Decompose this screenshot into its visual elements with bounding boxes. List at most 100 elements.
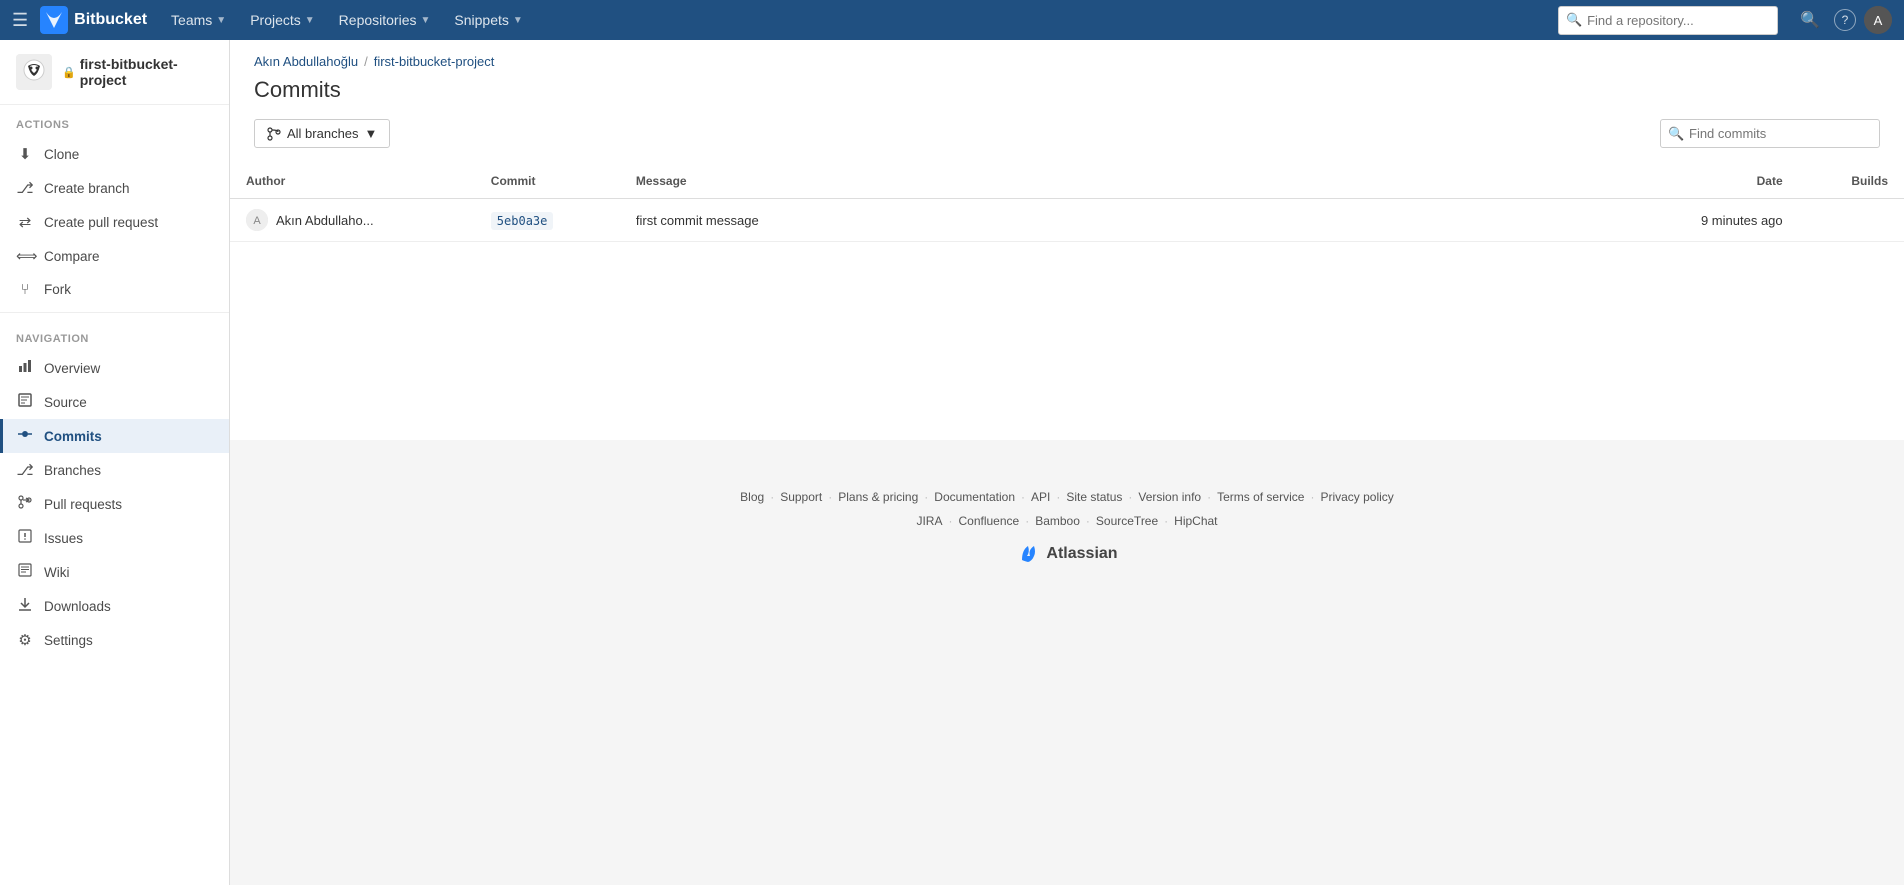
navigation-section-label: NAVIGATION — [0, 319, 229, 351]
nav-projects[interactable]: Projects ▼ — [240, 0, 324, 40]
footer-links: Blog · Support · Plans & pricing · Docum… — [250, 490, 1884, 504]
clone-icon: ⬇ — [16, 145, 34, 163]
commit-message-cell: first commit message — [620, 199, 1624, 242]
bitbucket-logo-icon — [40, 6, 68, 34]
sidebar-item-fork[interactable]: ⑂ Fork — [0, 273, 229, 306]
sidebar-item-wiki[interactable]: Wiki — [0, 555, 229, 589]
author-avatar: A — [246, 209, 268, 231]
lock-icon: 🔒 — [62, 66, 76, 79]
find-repository-input[interactable] — [1558, 6, 1778, 35]
table-header: Author Commit Message Date Builds — [230, 164, 1904, 199]
breadcrumb: Akın Abdullahoğlu / first-bitbucket-proj… — [230, 40, 1904, 73]
author-cell: A Akın Abdullaho... — [230, 199, 475, 242]
hamburger-menu[interactable]: ☰ — [12, 10, 28, 31]
footer-link-version[interactable]: Version info — [1138, 490, 1201, 504]
svg-text:A: A — [253, 215, 261, 227]
issues-icon — [16, 529, 34, 547]
commit-builds-cell — [1799, 199, 1904, 242]
sidebar-item-commits[interactable]: Commits — [0, 419, 229, 453]
commits-table-body: A Akın Abdullaho... 5eb0a3e first commit… — [230, 199, 1904, 242]
sidebar-item-branches[interactable]: ⎇ Branches — [0, 453, 229, 487]
sidebar-item-downloads[interactable]: Downloads — [0, 589, 229, 623]
sidebar-item-compare[interactable]: ⟺ Compare — [0, 239, 229, 273]
settings-icon: ⚙ — [16, 631, 34, 649]
compare-icon: ⟺ — [16, 247, 34, 265]
find-commits-wrap: 🔍 — [1660, 119, 1880, 148]
sidebar-divider — [0, 312, 229, 313]
footer-tool-jira[interactable]: JIRA — [916, 514, 942, 528]
overview-icon — [16, 359, 34, 377]
footer-link-plans[interactable]: Plans & pricing — [838, 490, 918, 504]
builds-header: Builds — [1799, 164, 1904, 199]
repo-name: 🔒 first-bitbucket-project — [62, 56, 213, 88]
sidebar-item-settings[interactable]: ⚙ Settings — [0, 623, 229, 657]
message-header: Message — [620, 164, 1624, 199]
chevron-down-icon: ▼ — [216, 15, 226, 26]
commit-header: Commit — [475, 164, 620, 199]
sidebar-item-pull-requests[interactable]: Pull requests — [0, 487, 229, 521]
find-commits-input[interactable] — [1660, 119, 1880, 148]
footer-link-docs[interactable]: Documentation — [934, 490, 1015, 504]
nav-teams[interactable]: Teams ▼ — [161, 0, 236, 40]
nav-snippets[interactable]: Snippets ▼ — [444, 0, 532, 40]
footer-link-api[interactable]: API — [1031, 490, 1050, 504]
breadcrumb-repo[interactable]: first-bitbucket-project — [374, 54, 495, 69]
footer: Blog · Support · Plans & pricing · Docum… — [230, 460, 1904, 596]
downloads-icon — [16, 597, 34, 615]
commit-hash-link[interactable]: 5eb0a3e — [491, 212, 554, 230]
footer-tool-bamboo[interactable]: Bamboo — [1035, 514, 1080, 528]
pull-requests-icon — [16, 495, 34, 513]
top-navigation: ☰ Bitbucket Teams ▼ Projects ▼ Repositor… — [0, 0, 1904, 40]
all-branches-button[interactable]: All branches ▼ — [254, 119, 390, 148]
footer-link-blog[interactable]: Blog — [740, 490, 764, 504]
atlassian-logo: Atlassian — [250, 542, 1884, 566]
wiki-icon — [16, 563, 34, 581]
chevron-down-icon: ▼ — [421, 15, 431, 26]
help-icon[interactable]: ? — [1834, 9, 1856, 31]
breadcrumb-author[interactable]: Akın Abdullahoğlu — [254, 54, 358, 69]
atlassian-icon — [1016, 542, 1040, 566]
footer-link-status[interactable]: Site status — [1066, 490, 1122, 504]
branches-icon: ⎇ — [16, 461, 34, 479]
sidebar: 🔒 first-bitbucket-project ACTIONS ⬇ Clon… — [0, 40, 230, 885]
footer-tool-sourcetree[interactable]: SourceTree — [1096, 514, 1158, 528]
search-icon: 🔍 — [1566, 12, 1582, 28]
footer-tool-confluence[interactable]: Confluence — [958, 514, 1019, 528]
find-repository-wrap: 🔍 — [1558, 6, 1778, 35]
user-avatar[interactable]: A — [1864, 6, 1892, 34]
footer-link-support[interactable]: Support — [780, 490, 822, 504]
footer-tool-hipchat[interactable]: HipChat — [1174, 514, 1217, 528]
sidebar-item-create-pull-request[interactable]: ⇄ Create pull request — [0, 205, 229, 239]
sidebar-item-create-branch[interactable]: ⎇ Create branch — [0, 171, 229, 205]
search-icon[interactable]: 🔍 — [1794, 10, 1826, 30]
nav-repositories[interactable]: Repositories ▼ — [329, 0, 441, 40]
logo-area[interactable]: Bitbucket — [40, 6, 147, 34]
chevron-down-icon: ▼ — [513, 15, 523, 26]
branch-icon: ⎇ — [16, 179, 34, 197]
commits-page: Akın Abdullahoğlu / first-bitbucket-proj… — [230, 40, 1904, 440]
chevron-down-icon: ▼ — [305, 15, 315, 26]
footer-tools: JIRA · Confluence · Bamboo · SourceTree … — [250, 514, 1884, 528]
main-content: Akın Abdullahoğlu / first-bitbucket-proj… — [230, 40, 1904, 885]
author-header: Author — [230, 164, 475, 199]
sidebar-item-clone[interactable]: ⬇ Clone — [0, 137, 229, 171]
sidebar-item-source[interactable]: Source — [0, 385, 229, 419]
sidebar-item-issues[interactable]: Issues — [0, 521, 229, 555]
source-icon — [16, 393, 34, 411]
footer-link-terms[interactable]: Terms of service — [1217, 490, 1304, 504]
chevron-down-icon: ▼ — [365, 126, 378, 141]
fork-icon: ⑂ — [16, 281, 34, 298]
repo-header: 🔒 first-bitbucket-project — [0, 40, 229, 105]
commit-date-cell: 9 minutes ago — [1624, 199, 1798, 242]
footer-link-privacy[interactable]: Privacy policy — [1320, 490, 1393, 504]
main-layout: 🔒 first-bitbucket-project ACTIONS ⬇ Clon… — [0, 40, 1904, 885]
commit-hash-cell: 5eb0a3e — [475, 199, 620, 242]
repo-avatar — [16, 54, 52, 90]
topnav-right: 🔍 🔍 ? A — [1558, 6, 1892, 35]
pull-request-icon: ⇄ — [16, 213, 34, 231]
sidebar-item-overview[interactable]: Overview — [0, 351, 229, 385]
atlassian-label: Atlassian — [1046, 545, 1117, 563]
date-header: Date — [1624, 164, 1798, 199]
page-title: Commits — [230, 73, 1904, 119]
commits-icon — [16, 427, 34, 445]
